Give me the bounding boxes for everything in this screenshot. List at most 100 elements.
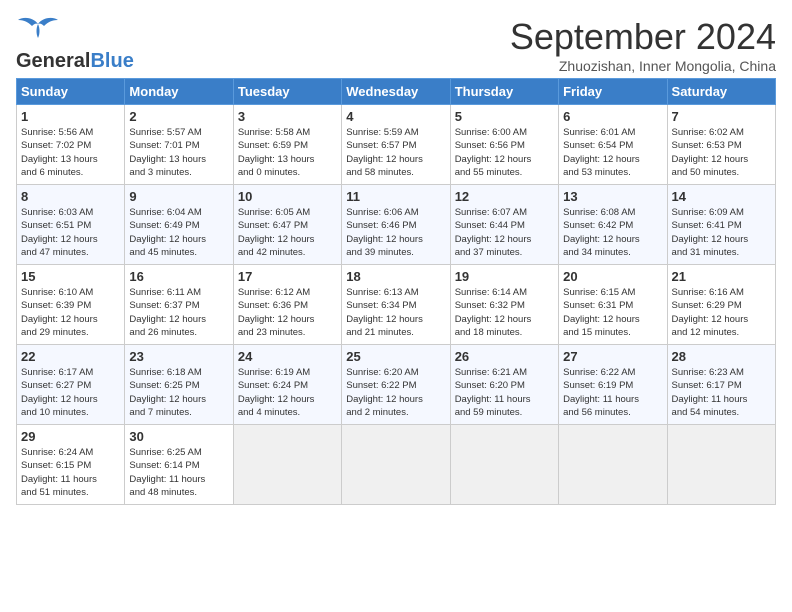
calendar-day: 20 Sunrise: 6:15 AM Sunset: 6:31 PM Dayli… — [559, 265, 667, 345]
calendar-day — [342, 425, 450, 505]
day-info: Sunrise: 6:18 AM Sunset: 6:25 PM Dayligh… — [129, 366, 228, 419]
day-info: Sunrise: 6:10 AM Sunset: 6:39 PM Dayligh… — [21, 286, 120, 339]
day-info: Sunrise: 6:00 AM Sunset: 6:56 PM Dayligh… — [455, 126, 554, 179]
calendar-week-5: 29 Sunrise: 6:24 AM Sunset: 6:15 PM Dayli… — [17, 425, 776, 505]
calendar-day: 7 Sunrise: 6:02 AM Sunset: 6:53 PM Daylig… — [667, 105, 775, 185]
day-info: Sunrise: 6:12 AM Sunset: 6:36 PM Dayligh… — [238, 286, 337, 339]
calendar-day: 1Sunrise: 5:56 AM Sunset: 7:02 PM Daylig… — [17, 105, 125, 185]
day-number: 9 — [129, 189, 228, 204]
calendar-day: 13 Sunrise: 6:08 AM Sunset: 6:42 PM Dayli… — [559, 185, 667, 265]
day-info: Sunrise: 6:03 AM Sunset: 6:51 PM Dayligh… — [21, 206, 120, 259]
day-info: Sunrise: 5:59 AM Sunset: 6:57 PM Dayligh… — [346, 126, 445, 179]
day-number: 25 — [346, 349, 445, 364]
day-number: 23 — [129, 349, 228, 364]
calendar-day: 29 Sunrise: 6:24 AM Sunset: 6:15 PM Dayli… — [17, 425, 125, 505]
logo-text: GeneralBlue — [16, 50, 134, 73]
day-number: 16 — [129, 269, 228, 284]
calendar-day: 17 Sunrise: 6:12 AM Sunset: 6:36 PM Dayli… — [233, 265, 341, 345]
day-info: Sunrise: 6:24 AM Sunset: 6:15 PM Dayligh… — [21, 446, 120, 499]
weekday-header-friday: Friday — [559, 79, 667, 105]
day-number: 2 — [129, 109, 228, 124]
day-info: Sunrise: 6:15 AM Sunset: 6:31 PM Dayligh… — [563, 286, 662, 339]
calendar-week-4: 22 Sunrise: 6:17 AM Sunset: 6:27 PM Dayli… — [17, 345, 776, 425]
day-info: Sunrise: 6:13 AM Sunset: 6:34 PM Dayligh… — [346, 286, 445, 339]
calendar-day: 8 Sunrise: 6:03 AM Sunset: 6:51 PM Daylig… — [17, 185, 125, 265]
day-info: Sunrise: 6:16 AM Sunset: 6:29 PM Dayligh… — [672, 286, 771, 339]
day-info: Sunrise: 6:21 AM Sunset: 6:20 PM Dayligh… — [455, 366, 554, 419]
calendar-day: 14 Sunrise: 6:09 AM Sunset: 6:41 PM Dayli… — [667, 185, 775, 265]
location-subtitle: Zhuozishan, Inner Mongolia, China — [510, 58, 776, 74]
day-number: 7 — [672, 109, 771, 124]
day-number: 21 — [672, 269, 771, 284]
day-info: Sunrise: 6:08 AM Sunset: 6:42 PM Dayligh… — [563, 206, 662, 259]
day-number: 10 — [238, 189, 337, 204]
day-number: 24 — [238, 349, 337, 364]
weekday-header-sunday: Sunday — [17, 79, 125, 105]
day-info: Sunrise: 6:14 AM Sunset: 6:32 PM Dayligh… — [455, 286, 554, 339]
calendar-day: 18 Sunrise: 6:13 AM Sunset: 6:34 PM Dayli… — [342, 265, 450, 345]
calendar-day: 25 Sunrise: 6:20 AM Sunset: 6:22 PM Dayli… — [342, 345, 450, 425]
day-info: Sunrise: 6:07 AM Sunset: 6:44 PM Dayligh… — [455, 206, 554, 259]
day-number: 30 — [129, 429, 228, 444]
logo-general: General — [16, 50, 90, 73]
day-number: 5 — [455, 109, 554, 124]
logo-area: GeneralBlue — [16, 16, 134, 73]
weekday-header-thursday: Thursday — [450, 79, 558, 105]
calendar-day: 19 Sunrise: 6:14 AM Sunset: 6:32 PM Dayli… — [450, 265, 558, 345]
calendar-week-2: 8 Sunrise: 6:03 AM Sunset: 6:51 PM Daylig… — [17, 185, 776, 265]
day-info: Sunrise: 5:58 AM Sunset: 6:59 PM Dayligh… — [238, 126, 337, 179]
logo — [16, 16, 60, 50]
day-info: Sunrise: 6:05 AM Sunset: 6:47 PM Dayligh… — [238, 206, 337, 259]
day-number: 29 — [21, 429, 120, 444]
day-info: Sunrise: 6:20 AM Sunset: 6:22 PM Dayligh… — [346, 366, 445, 419]
calendar-day: 16 Sunrise: 6:11 AM Sunset: 6:37 PM Dayli… — [125, 265, 233, 345]
day-number: 6 — [563, 109, 662, 124]
day-info: Sunrise: 6:04 AM Sunset: 6:49 PM Dayligh… — [129, 206, 228, 259]
day-number: 8 — [21, 189, 120, 204]
calendar-week-3: 15 Sunrise: 6:10 AM Sunset: 6:39 PM Dayli… — [17, 265, 776, 345]
calendar-day: 28Sunrise: 6:23 AM Sunset: 6:17 PM Dayli… — [667, 345, 775, 425]
calendar-day: 30 Sunrise: 6:25 AM Sunset: 6:14 PM Dayli… — [125, 425, 233, 505]
calendar-day — [450, 425, 558, 505]
calendar-day — [233, 425, 341, 505]
title-area: September 2024 Zhuozishan, Inner Mongoli… — [510, 16, 776, 74]
day-info: Sunrise: 6:06 AM Sunset: 6:46 PM Dayligh… — [346, 206, 445, 259]
calendar-week-1: 1Sunrise: 5:56 AM Sunset: 7:02 PM Daylig… — [17, 105, 776, 185]
day-info: Sunrise: 6:19 AM Sunset: 6:24 PM Dayligh… — [238, 366, 337, 419]
day-info: Sunrise: 6:17 AM Sunset: 6:27 PM Dayligh… — [21, 366, 120, 419]
day-number: 18 — [346, 269, 445, 284]
day-info: Sunrise: 5:57 AM Sunset: 7:01 PM Dayligh… — [129, 126, 228, 179]
calendar-day: 2 Sunrise: 5:57 AM Sunset: 7:01 PM Daylig… — [125, 105, 233, 185]
logo-blue: Blue — [90, 50, 133, 73]
calendar-header: SundayMondayTuesdayWednesdayThursdayFrid… — [17, 79, 776, 105]
calendar-day: 11Sunrise: 6:06 AM Sunset: 6:46 PM Dayli… — [342, 185, 450, 265]
day-number: 17 — [238, 269, 337, 284]
day-info: Sunrise: 6:02 AM Sunset: 6:53 PM Dayligh… — [672, 126, 771, 179]
page-header: GeneralBlue September 2024 Zhuozishan, I… — [16, 16, 776, 74]
day-number: 20 — [563, 269, 662, 284]
day-info: Sunrise: 5:56 AM Sunset: 7:02 PM Dayligh… — [21, 126, 120, 179]
day-info: Sunrise: 6:11 AM Sunset: 6:37 PM Dayligh… — [129, 286, 228, 339]
day-number: 26 — [455, 349, 554, 364]
day-number: 28 — [672, 349, 771, 364]
month-year-title: September 2024 — [510, 16, 776, 58]
calendar-table: SundayMondayTuesdayWednesdayThursdayFrid… — [16, 78, 776, 505]
day-info: Sunrise: 6:25 AM Sunset: 6:14 PM Dayligh… — [129, 446, 228, 499]
calendar-day: 5 Sunrise: 6:00 AM Sunset: 6:56 PM Daylig… — [450, 105, 558, 185]
day-number: 14 — [672, 189, 771, 204]
day-number: 15 — [21, 269, 120, 284]
calendar-day: 23 Sunrise: 6:18 AM Sunset: 6:25 PM Dayli… — [125, 345, 233, 425]
day-info: Sunrise: 6:09 AM Sunset: 6:41 PM Dayligh… — [672, 206, 771, 259]
day-number: 4 — [346, 109, 445, 124]
calendar-day: 4 Sunrise: 5:59 AM Sunset: 6:57 PM Daylig… — [342, 105, 450, 185]
calendar-day: 15 Sunrise: 6:10 AM Sunset: 6:39 PM Dayli… — [17, 265, 125, 345]
day-number: 22 — [21, 349, 120, 364]
calendar-day: 26 Sunrise: 6:21 AM Sunset: 6:20 PM Dayli… — [450, 345, 558, 425]
day-number: 13 — [563, 189, 662, 204]
day-number: 27 — [563, 349, 662, 364]
day-number: 19 — [455, 269, 554, 284]
calendar-day: 24 Sunrise: 6:19 AM Sunset: 6:24 PM Dayli… — [233, 345, 341, 425]
day-info: Sunrise: 6:22 AM Sunset: 6:19 PM Dayligh… — [563, 366, 662, 419]
day-number: 3 — [238, 109, 337, 124]
calendar-day: 12Sunrise: 6:07 AM Sunset: 6:44 PM Dayli… — [450, 185, 558, 265]
